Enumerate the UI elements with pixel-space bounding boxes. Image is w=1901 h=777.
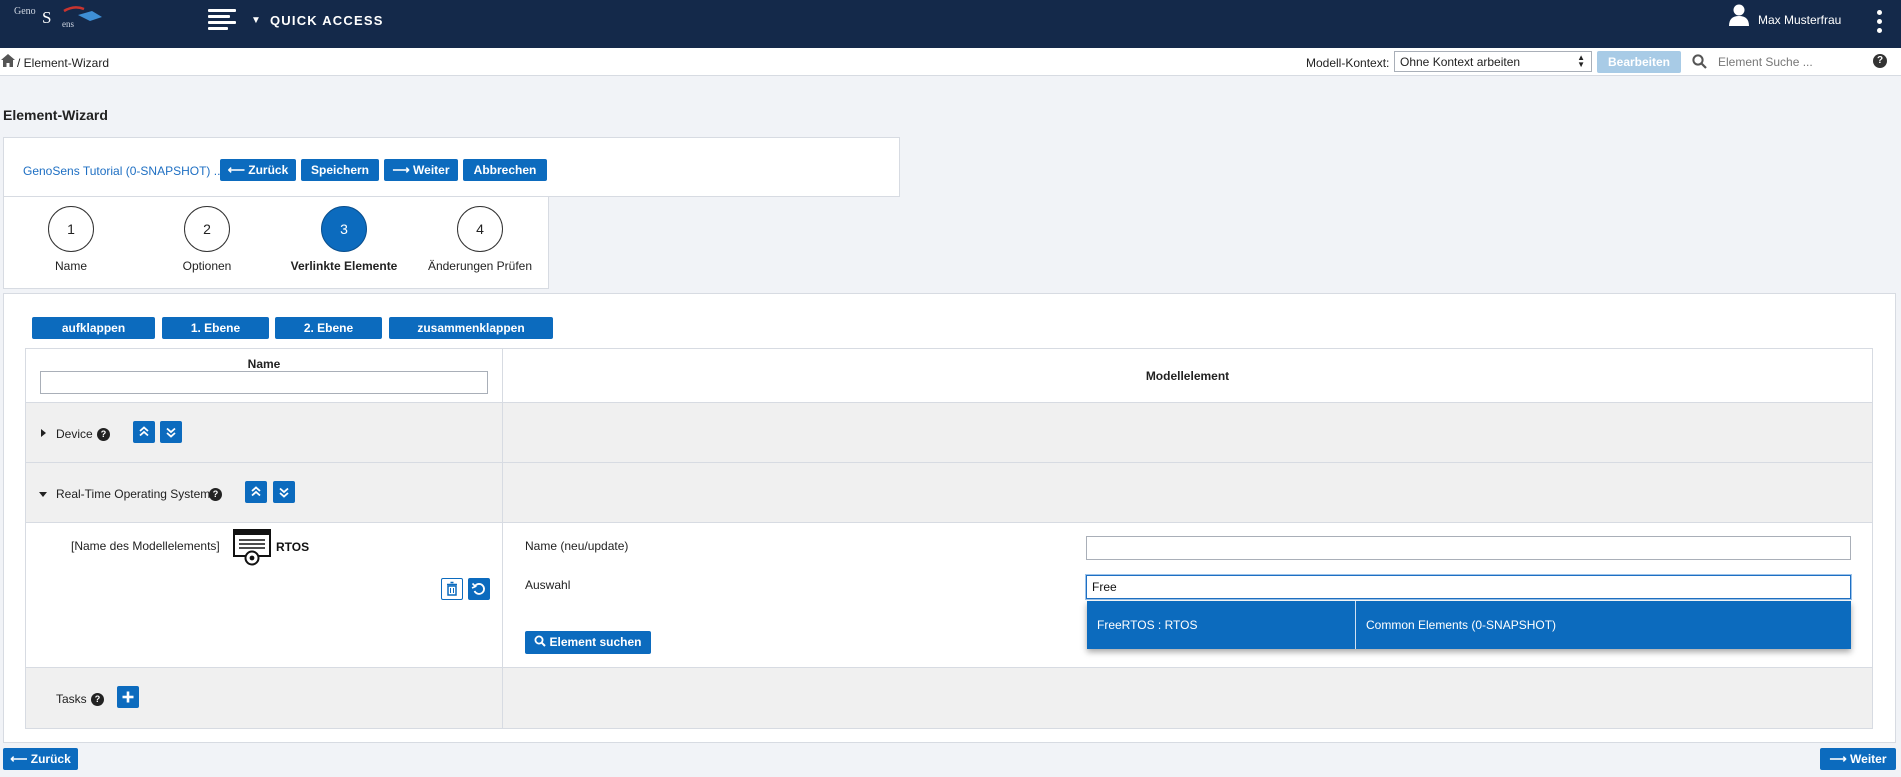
footer-next-button[interactable]: ⟶ Weiter	[1820, 748, 1896, 770]
step-4-circle[interactable]: 4	[457, 206, 503, 252]
double-chevron-up-icon	[139, 426, 149, 437]
wizard-steps: 1 Name 2 Optionen 3 Verlinkte Elemente 4…	[3, 197, 549, 289]
quick-access-menu[interactable]: QUICK ACCESS	[270, 13, 384, 28]
move-up-button[interactable]	[245, 481, 267, 503]
help-icon[interactable]: ?	[1873, 54, 1887, 68]
tree-row-tasks[interactable]: Tasks	[56, 692, 87, 706]
footer-back-button[interactable]: ⟵ Zurück	[3, 748, 78, 770]
trash-icon	[447, 581, 457, 596]
rtos-element-icon	[233, 529, 271, 566]
user-name[interactable]: Max Musterfrau	[1758, 13, 1841, 27]
autocomplete-option[interactable]: FreeRTOS : RTOS	[1087, 601, 1355, 649]
step-3-label: Verlinkte Elemente	[290, 259, 398, 273]
undo-icon	[471, 582, 485, 595]
name-filter-input[interactable]	[40, 371, 488, 394]
column-header-name: Name	[247, 357, 281, 371]
help-icon[interactable]: ?	[209, 488, 222, 501]
step-2-label: Optionen	[182, 259, 232, 273]
tree-row-device[interactable]: Device	[56, 427, 93, 441]
model-context-select[interactable]: Ohne Kontext arbeiten ▲ ▼	[1394, 51, 1592, 72]
collapse-all-button[interactable]: zusammenklappen	[389, 317, 553, 339]
reset-button[interactable]	[468, 578, 490, 600]
save-button[interactable]: Speichern	[301, 159, 379, 181]
move-down-button[interactable]	[273, 481, 295, 503]
double-chevron-down-icon	[166, 427, 176, 438]
step-4-label: Änderungen Prüfen	[427, 259, 533, 273]
selection-input[interactable]	[1086, 575, 1851, 599]
next-button[interactable]: ⟶ Weiter	[384, 159, 458, 181]
name-field-label: Name (neu/update)	[525, 539, 629, 553]
user-icon[interactable]	[1729, 4, 1749, 26]
level-2-button[interactable]: 2. Ebene	[275, 317, 382, 339]
element-value: RTOS	[276, 540, 310, 554]
home-icon[interactable]	[1, 54, 15, 67]
expand-triangle-icon[interactable]	[41, 429, 46, 437]
top-navbar: Geno S ens ▼ QUICK ACCESS Max Musterfrau	[0, 0, 1901, 48]
cancel-button[interactable]: Abbrechen	[463, 159, 547, 181]
step-1-label: Name	[54, 259, 87, 273]
element-name-label: [Name des Modellelements]	[71, 539, 220, 553]
model-context-label: Modell-Kontext:	[1306, 56, 1390, 70]
project-link[interactable]: GenoSens Tutorial (0-SNAPSHOT) ...	[23, 164, 224, 178]
double-chevron-down-icon	[279, 487, 289, 498]
search-icon[interactable]	[1692, 54, 1707, 69]
genosens-logo[interactable]: Geno S ens	[14, 4, 102, 30]
select-arrows-icon: ▲ ▼	[1577, 53, 1585, 69]
expand-all-button[interactable]: aufklappen	[32, 317, 155, 339]
column-header-modelelement: Modellelement	[1145, 369, 1230, 383]
autocomplete-option-source[interactable]: Common Elements (0-SNAPSHOT)	[1356, 601, 1851, 649]
step-3-circle[interactable]: 3	[321, 206, 367, 252]
edit-button[interactable]: Bearbeiten	[1597, 51, 1681, 73]
move-up-button[interactable]	[133, 421, 155, 443]
breadcrumb-bar: / Element-Wizard Modell-Kontext: Ohne Ko…	[0, 48, 1901, 76]
plus-icon	[122, 691, 134, 703]
search-icon	[534, 635, 547, 647]
move-down-button[interactable]	[160, 421, 182, 443]
page-title: Element-Wizard	[3, 107, 108, 123]
autocomplete-dropdown: FreeRTOS : RTOS Common Elements (0-SNAPS…	[1087, 601, 1851, 649]
breadcrumb: / Element-Wizard	[17, 56, 110, 70]
tree-row-rtos[interactable]: Real-Time Operating System	[56, 487, 210, 501]
delete-button[interactable]	[441, 578, 463, 600]
help-icon[interactable]: ?	[91, 693, 104, 706]
logo-mark-icon	[63, 6, 102, 21]
help-icon[interactable]: ?	[97, 428, 110, 441]
hamburger-menu-icon[interactable]	[208, 9, 236, 33]
chevron-down-icon[interactable]: ▼	[251, 15, 261, 26]
wizard-toolbar: GenoSens Tutorial (0-SNAPSHOT) ... ⟵ Zur…	[3, 137, 900, 197]
double-chevron-up-icon	[251, 486, 261, 497]
search-element-button[interactable]: Element suchen	[525, 631, 651, 654]
add-task-button[interactable]	[117, 686, 139, 708]
element-search-input[interactable]	[1712, 52, 1872, 72]
collapse-triangle-icon[interactable]	[39, 492, 47, 497]
name-new-update-input[interactable]	[1086, 536, 1851, 560]
level-1-button[interactable]: 1. Ebene	[162, 317, 269, 339]
step-2-circle[interactable]: 2	[184, 206, 230, 252]
step-1-circle[interactable]: 1	[48, 206, 94, 252]
selection-label: Auswahl	[525, 578, 571, 592]
back-button[interactable]: ⟵ Zurück	[220, 159, 296, 181]
kebab-menu-icon[interactable]	[1877, 10, 1883, 34]
